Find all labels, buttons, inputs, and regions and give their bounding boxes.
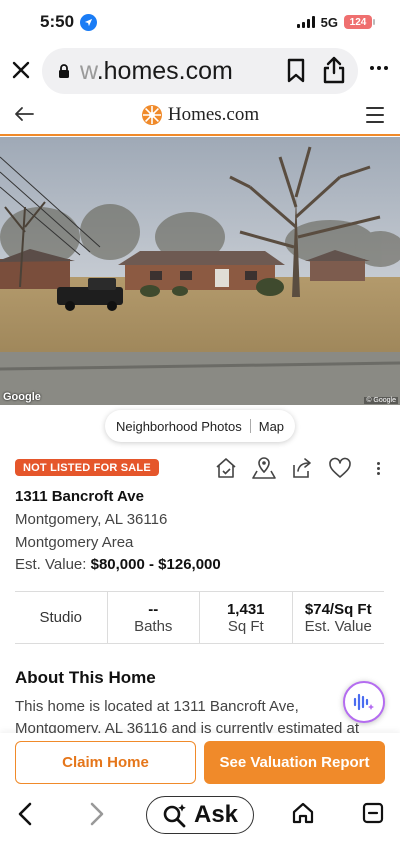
price-sqft-label: Est. Value — [304, 617, 372, 635]
status-badge: NOT LISTED FOR SALE — [15, 459, 159, 476]
url-field[interactable]: w.homes.com — [42, 48, 358, 94]
location-pin-icon[interactable] — [251, 455, 277, 481]
est-value-range: $80,000 - $126,000 — [90, 556, 221, 573]
share-listing-icon[interactable] — [289, 455, 315, 481]
property-city: Montgomery, AL 36116 — [15, 511, 168, 528]
homes-logo[interactable]: Homes.com — [141, 104, 259, 126]
sqft-label: Sq Ft — [227, 617, 264, 635]
property-stats: Studio -- Baths 1,431 Sq Ft $74/Sq Ft Es… — [15, 591, 384, 644]
close-icon[interactable] — [8, 57, 34, 83]
url-faded-part: w — [80, 56, 97, 85]
lock-icon — [59, 63, 69, 78]
clock-text: 5:50 — [40, 12, 75, 31]
logo-text: Homes.com — [167, 104, 260, 125]
map-button[interactable]: Map — [259, 419, 284, 434]
baths-value: -- — [148, 600, 159, 618]
ask-label: Ask — [193, 801, 239, 828]
photo-toggle: Neighborhood Photos Map — [105, 410, 295, 442]
home-check-icon[interactable] — [213, 455, 239, 481]
valuation-report-button[interactable]: See Valuation Report — [204, 741, 385, 784]
more-actions-icon[interactable] — [365, 455, 391, 481]
cta-bar: Claim Home See Valuation Report — [0, 733, 400, 791]
tabs-icon[interactable] — [362, 802, 384, 829]
property-photo[interactable]: Google © Google — [0, 137, 400, 405]
menu-icon[interactable] — [366, 107, 384, 123]
ask-button[interactable]: Ask — [146, 796, 254, 834]
voice-sparkle-icon — [353, 693, 374, 711]
stat-price-per-sqft: $74/Sq Ft Est. Value — [293, 592, 385, 643]
status-time: 5:50 — [40, 12, 98, 32]
claim-home-button[interactable]: Claim Home — [15, 741, 196, 784]
bookmark-icon[interactable] — [286, 58, 306, 89]
home-icon[interactable] — [292, 801, 314, 830]
price-sqft-value: $74/Sq Ft — [304, 600, 372, 618]
stat-sqft: 1,431 Sq Ft — [200, 592, 293, 643]
about-title: About This Home — [15, 668, 156, 687]
est-value-label: Est. Value: — [15, 556, 87, 573]
sqft-value: 1,431 — [226, 600, 265, 618]
share-icon[interactable] — [322, 56, 346, 89]
url-text: w.homes.com — [80, 57, 240, 86]
google-copyright: © Google — [364, 397, 398, 404]
ask-search-sparkle-icon — [163, 804, 186, 828]
stat-beds: Studio — [15, 592, 108, 643]
assistant-fab[interactable] — [343, 681, 385, 723]
url-main-part: .homes.com — [96, 56, 233, 85]
google-attribution: Google — [3, 391, 41, 403]
property-area: Montgomery Area — [15, 534, 134, 551]
browser-back-icon[interactable] — [14, 801, 38, 832]
favorite-heart-icon[interactable] — [327, 455, 353, 481]
browser-bottom-nav: Ask — [0, 791, 400, 865]
stat-baths: -- Baths — [108, 592, 200, 643]
about-body: This home is located at 1311 Bancroft Av… — [15, 698, 360, 736]
street-view-image — [0, 137, 400, 405]
status-bar: 5:50 5G 124 — [0, 0, 400, 44]
more-options-icon[interactable] — [370, 66, 388, 70]
estimated-value: Est. Value: $80,000 - $126,000 — [15, 556, 221, 573]
listing-actions — [213, 455, 391, 481]
baths-label: Baths — [134, 617, 173, 635]
network-label: 5G — [320, 14, 338, 30]
neighborhood-photos-button[interactable]: Neighborhood Photos — [116, 419, 242, 434]
status-indicators: 5G 124 — [296, 14, 375, 30]
property-address: 1311 Bancroft Ave — [15, 488, 144, 505]
battery-level: 124 — [349, 16, 367, 28]
browser-url-bar: w.homes.com — [0, 46, 400, 94]
battery-icon: 124 — [344, 15, 375, 29]
signal-icon — [296, 16, 315, 28]
site-header: Homes.com — [0, 96, 400, 136]
beds-value: Studio — [39, 609, 83, 626]
location-icon — [80, 13, 98, 31]
homes-logo-icon — [141, 105, 162, 125]
browser-forward-icon[interactable] — [84, 801, 108, 832]
toggle-divider — [249, 419, 251, 433]
back-arrow-icon[interactable] — [14, 106, 34, 127]
